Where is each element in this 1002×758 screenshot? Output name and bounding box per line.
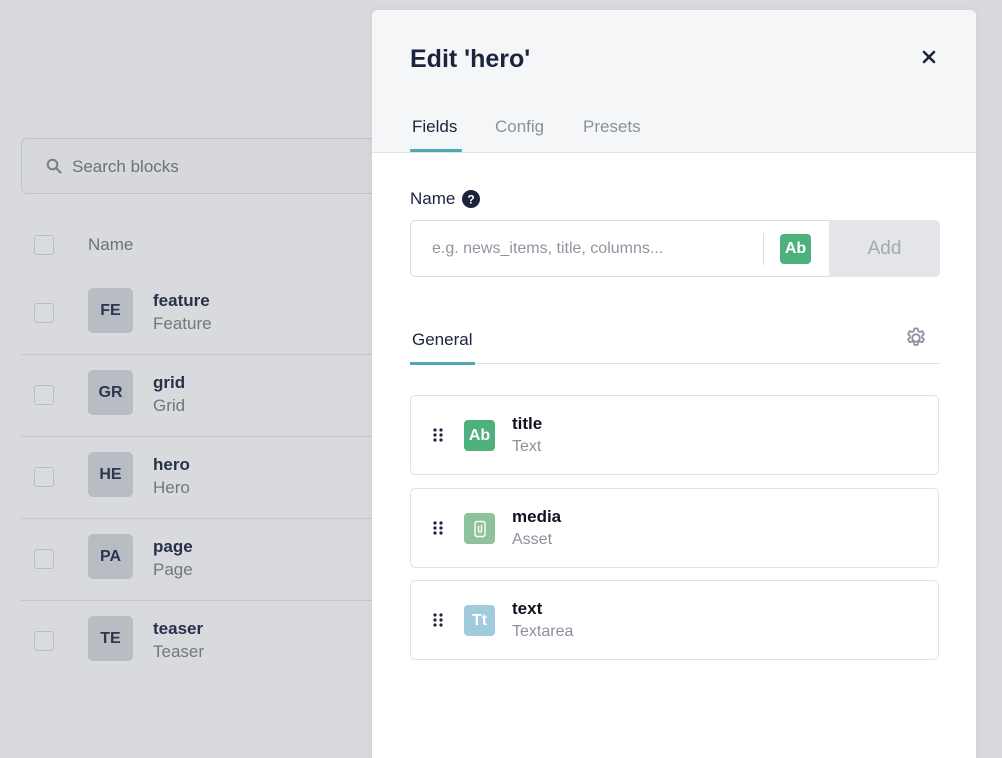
field-name-input[interactable] (411, 221, 763, 276)
row-checkbox[interactable] (34, 467, 54, 487)
tab-general[interactable]: General (412, 330, 472, 350)
tab-config[interactable]: Config (495, 117, 544, 153)
active-section-indicator (410, 362, 475, 365)
field-card-text[interactable]: Tt text Textarea (410, 580, 939, 660)
block-name: teaser (153, 619, 204, 638)
field-type: Textarea (512, 623, 574, 640)
textarea-icon: Tt (464, 605, 495, 636)
field-card-title[interactable]: Ab title Text (410, 395, 939, 475)
field-name: media (512, 507, 562, 526)
row-checkbox[interactable] (34, 631, 54, 651)
gear-icon[interactable] (904, 326, 928, 350)
block-name: feature (153, 291, 210, 310)
block-name: page (153, 537, 193, 556)
svg-text:?: ? (467, 193, 474, 207)
block-display-name: Page (153, 560, 193, 579)
block-row-page[interactable]: PA page Page (21, 519, 381, 601)
block-badge: FE (88, 288, 133, 333)
drag-handle-icon[interactable] (432, 612, 444, 628)
help-icon[interactable]: ? (462, 190, 480, 208)
block-name: hero (153, 455, 190, 474)
block-row-grid[interactable]: GR grid Grid (21, 355, 381, 437)
block-badge: HE (88, 452, 133, 497)
row-checkbox[interactable] (34, 303, 54, 323)
field-name: title (512, 414, 543, 433)
panel-header: Edit 'hero' Fields Config Presets (372, 10, 976, 153)
block-display-name: Grid (153, 396, 186, 415)
active-tab-indicator (410, 149, 462, 152)
drag-handle-icon[interactable] (432, 427, 444, 443)
block-badge: GR (88, 370, 133, 415)
close-button[interactable] (918, 46, 940, 68)
edit-block-panel: Edit 'hero' Fields Config Presets Name ?… (372, 10, 976, 758)
search-blocks-field[interactable]: Search blocks (21, 138, 421, 194)
select-all-checkbox[interactable] (34, 235, 54, 255)
text-icon: Ab (464, 420, 495, 451)
row-checkbox[interactable] (34, 385, 54, 405)
block-display-name: Hero (153, 478, 190, 497)
block-display-name: Feature (153, 314, 212, 333)
block-display-name: Teaser (153, 642, 205, 661)
list-header: Name (21, 225, 381, 265)
field-card-media[interactable]: media Asset (410, 488, 939, 568)
block-name: grid (153, 373, 186, 392)
field-type: Text (512, 438, 542, 455)
column-header-name: Name (88, 235, 134, 254)
field-type-selector[interactable]: Ab (780, 234, 811, 264)
section-divider (410, 363, 939, 364)
block-badge: TE (88, 616, 133, 661)
block-badge: PA (88, 534, 133, 579)
tab-fields[interactable]: Fields (412, 117, 457, 153)
name-field-label: Name (410, 189, 456, 208)
close-icon (922, 50, 936, 64)
field-name: text (512, 599, 543, 618)
drag-handle-icon[interactable] (432, 520, 444, 536)
search-icon (46, 158, 62, 174)
attachment-icon (464, 513, 495, 544)
field-type: Asset (512, 531, 553, 548)
search-placeholder: Search blocks (72, 157, 179, 176)
new-field-name-group: Ab Add (410, 220, 940, 277)
block-row-teaser[interactable]: TE teaser Teaser (21, 601, 381, 683)
block-row-hero[interactable]: HE hero Hero (21, 437, 381, 519)
panel-title: Edit 'hero' (410, 45, 531, 73)
input-divider (763, 233, 764, 265)
row-checkbox[interactable] (34, 549, 54, 569)
add-field-button[interactable]: Add (829, 220, 940, 277)
tab-presets[interactable]: Presets (583, 117, 641, 153)
block-row-feature[interactable]: FE feature Feature (21, 273, 381, 355)
